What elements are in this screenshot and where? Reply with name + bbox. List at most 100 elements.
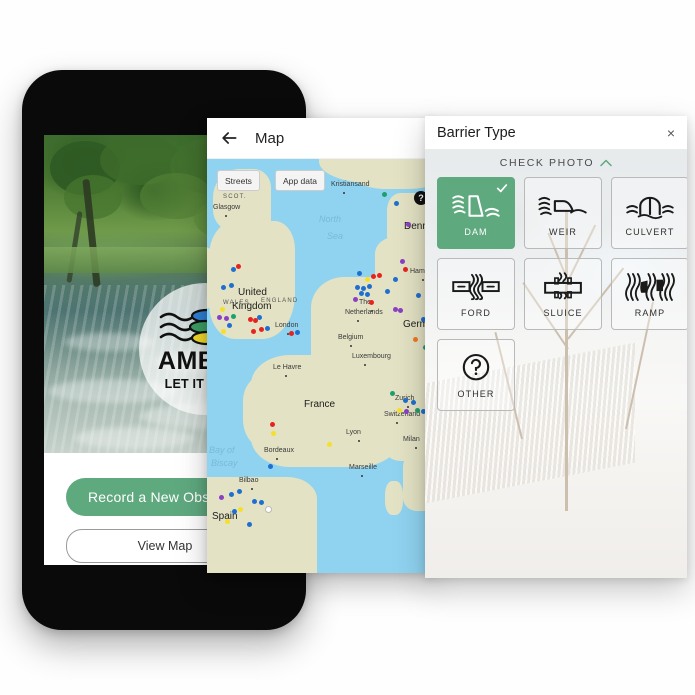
map-marker[interactable] [416, 293, 421, 298]
map-title: Map [255, 129, 285, 147]
map-marker[interactable] [295, 330, 300, 335]
map-marker[interactable] [232, 509, 237, 514]
map-marker[interactable] [413, 337, 418, 342]
barrier-tile-label: DAM [464, 227, 488, 237]
map-place-label: Marseille [349, 464, 378, 471]
map-marker[interactable] [259, 500, 264, 505]
close-icon[interactable]: × [667, 126, 675, 140]
map-marker[interactable] [353, 297, 358, 302]
map-marker[interactable] [220, 307, 225, 312]
map-marker[interactable] [270, 422, 275, 427]
map-marker[interactable] [225, 519, 230, 524]
map-city-dot [350, 345, 352, 347]
check-photo-label: CHECK PHOTO [499, 157, 595, 169]
map-marker[interactable] [369, 300, 374, 305]
map-marker[interactable] [400, 259, 405, 264]
arrow-left-icon[interactable] [219, 128, 239, 148]
map-city-dot [422, 279, 424, 281]
map-region-label: ENGLAND [261, 298, 299, 304]
map-place-label: Belgium [338, 334, 364, 341]
map-marker[interactable] [406, 222, 411, 227]
barrier-tile-culvert[interactable]: CULVERT [611, 177, 687, 249]
map-marker[interactable] [359, 291, 364, 296]
landmass-france-west [243, 373, 313, 451]
map-marker[interactable] [371, 274, 376, 279]
barrier-tile-dam[interactable]: DAM [437, 177, 515, 249]
map-place-label: Netherlands [345, 309, 383, 316]
map-marker[interactable] [365, 277, 370, 282]
panel-content: CHECK PHOTO DAM WEIR CULVERT FORD SLUICE… [425, 149, 687, 578]
panel-header: Barrier Type × [425, 116, 687, 150]
barrier-tile-ford[interactable]: FORD [437, 258, 515, 330]
ramp-icon [625, 273, 675, 301]
check-photo-header[interactable]: CHECK PHOTO [425, 149, 687, 177]
map-marker[interactable] [355, 285, 360, 290]
check-icon [496, 184, 508, 193]
map-marker[interactable] [394, 201, 399, 206]
map-marker[interactable] [385, 289, 390, 294]
map-marker[interactable] [259, 327, 264, 332]
map-marker[interactable] [247, 522, 252, 527]
map-city-dot [276, 458, 278, 460]
landmass-corsica [385, 481, 403, 515]
map-marker[interactable] [357, 271, 362, 276]
map-place-label: Lyon [346, 429, 361, 436]
map-marker[interactable] [236, 264, 241, 269]
map-marker[interactable] [217, 315, 222, 320]
map-marker[interactable] [411, 400, 416, 405]
map-marker[interactable] [367, 284, 372, 289]
map-city-dot [364, 364, 366, 366]
map-marker[interactable] [221, 329, 226, 334]
map-marker[interactable] [415, 408, 420, 413]
barrier-tile-label: RAMP [634, 308, 666, 318]
barrier-tile-weir[interactable]: WEIR [524, 177, 602, 249]
map-place-label: Le Havre [273, 364, 302, 371]
map-place-label: Glasgow [213, 204, 241, 211]
map-canvas[interactable]: Streets App data ? North Sea Bay of Biscay U… [207, 159, 435, 573]
chevron-up-icon[interactable] [600, 159, 612, 167]
map-marker[interactable] [327, 442, 332, 447]
map-chip-app-data[interactable]: App data [275, 170, 326, 191]
map-marker[interactable] [219, 495, 224, 500]
map-marker[interactable] [238, 507, 243, 512]
map-marker[interactable] [390, 391, 395, 396]
map-marker[interactable] [382, 192, 387, 197]
barrier-type-grid: DAM WEIR CULVERT FORD SLUICE RAMP OTHER [425, 177, 687, 411]
map-marker[interactable] [257, 315, 262, 320]
map-marker[interactable] [229, 283, 234, 288]
map-marker[interactable] [365, 292, 370, 297]
map-marker[interactable] [224, 316, 229, 321]
map-chip-streets[interactable]: Streets [217, 170, 260, 191]
map-marker[interactable] [227, 323, 232, 328]
map-marker[interactable] [377, 273, 382, 278]
map-city-dot [396, 422, 398, 424]
map-marker[interactable] [265, 506, 272, 513]
map-city-dot [285, 375, 287, 377]
map-marker[interactable] [398, 308, 403, 313]
map-marker[interactable] [393, 277, 398, 282]
barrier-tile-sluice[interactable]: SLUICE [524, 258, 602, 330]
map-marker[interactable] [265, 326, 270, 331]
map-marker[interactable] [403, 398, 408, 403]
map-marker[interactable] [404, 409, 409, 414]
barrier-tile-ramp[interactable]: RAMP [611, 258, 687, 330]
map-marker[interactable] [237, 489, 242, 494]
map-sea-label: Biscay [211, 458, 238, 468]
map-marker[interactable] [251, 329, 256, 334]
map-city-dot [415, 447, 417, 449]
map-marker[interactable] [403, 267, 408, 272]
map-place-label: Bordeaux [264, 447, 294, 454]
map-place-label: Kristiansand [331, 181, 370, 188]
map-marker[interactable] [271, 431, 276, 436]
map-marker[interactable] [268, 464, 273, 469]
map-place-label: London [275, 322, 299, 329]
map-marker[interactable] [252, 499, 257, 504]
map-marker[interactable] [231, 314, 236, 319]
map-marker[interactable] [397, 408, 402, 413]
map-marker[interactable] [221, 285, 226, 290]
map-marker[interactable] [289, 331, 294, 336]
barrier-tile-other[interactable]: OTHER [437, 339, 515, 411]
map-place-label: Luxembourg [352, 353, 391, 360]
map-marker[interactable] [231, 267, 236, 272]
map-marker[interactable] [229, 492, 234, 497]
